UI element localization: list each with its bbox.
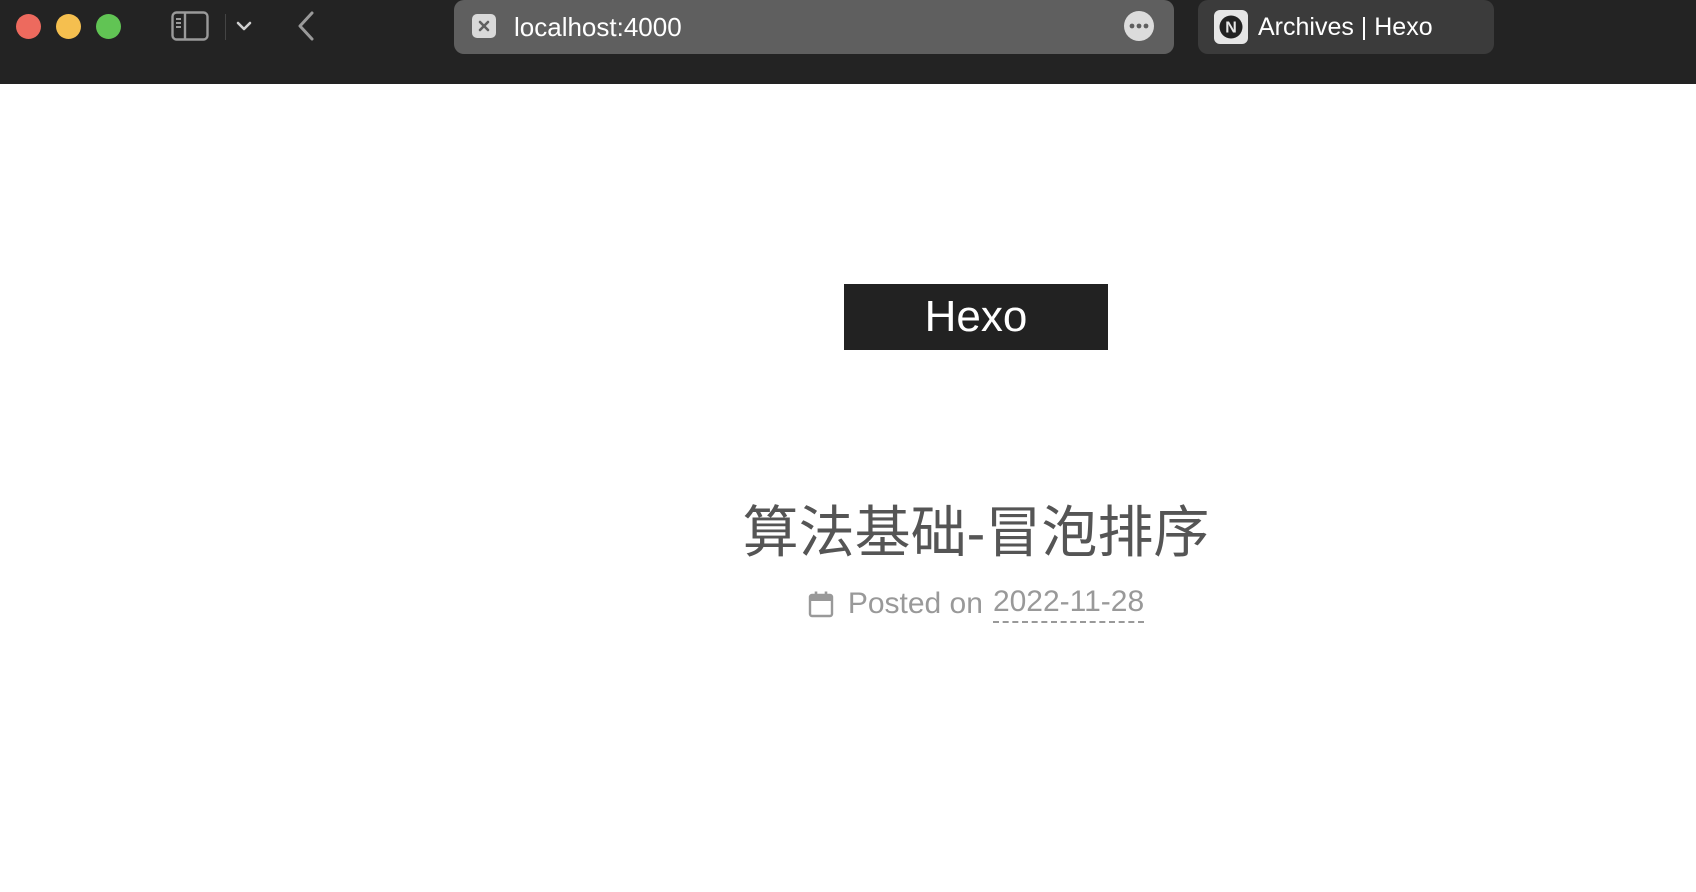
- calendar-icon: [808, 590, 834, 618]
- back-button[interactable]: [292, 8, 320, 44]
- browser-titlebar: localhost:4000 N Archives | Hexo: [0, 0, 1696, 84]
- post-meta: Posted on 2022-11-28: [648, 585, 1304, 623]
- sidebar-toggle-button[interactable]: [170, 10, 210, 42]
- site-brand[interactable]: Hexo: [844, 284, 1108, 350]
- sidebar-icon: [171, 11, 209, 41]
- maximize-window-button[interactable]: [96, 14, 121, 39]
- chevron-left-icon: [298, 11, 314, 41]
- url-text[interactable]: localhost:4000: [514, 12, 682, 42]
- tab-title: Archives | Hexo: [1258, 13, 1433, 41]
- site-icon[interactable]: [472, 14, 496, 38]
- close-icon: [478, 20, 490, 32]
- close-window-button[interactable]: [16, 14, 41, 39]
- minimize-window-button[interactable]: [56, 14, 81, 39]
- more-icon: [1129, 23, 1149, 29]
- post-date[interactable]: 2022-11-28: [992, 585, 1145, 623]
- toolbar-divider: [225, 14, 226, 40]
- address-bar[interactable]: localhost:4000: [454, 0, 1174, 54]
- page-menu-button[interactable]: [1124, 11, 1154, 41]
- favicon-icon: N: [1214, 10, 1248, 44]
- site-title[interactable]: Hexo: [925, 295, 1028, 339]
- favicon-letter: N: [1225, 20, 1237, 37]
- tab-archives[interactable]: N Archives | Hexo: [1198, 0, 1494, 54]
- chevron-down-icon: [236, 21, 252, 31]
- posted-on-label: Posted on: [847, 587, 983, 620]
- tab-group-menu-button[interactable]: [232, 14, 256, 38]
- post-title[interactable]: 算法基础-冒泡排序: [648, 498, 1304, 568]
